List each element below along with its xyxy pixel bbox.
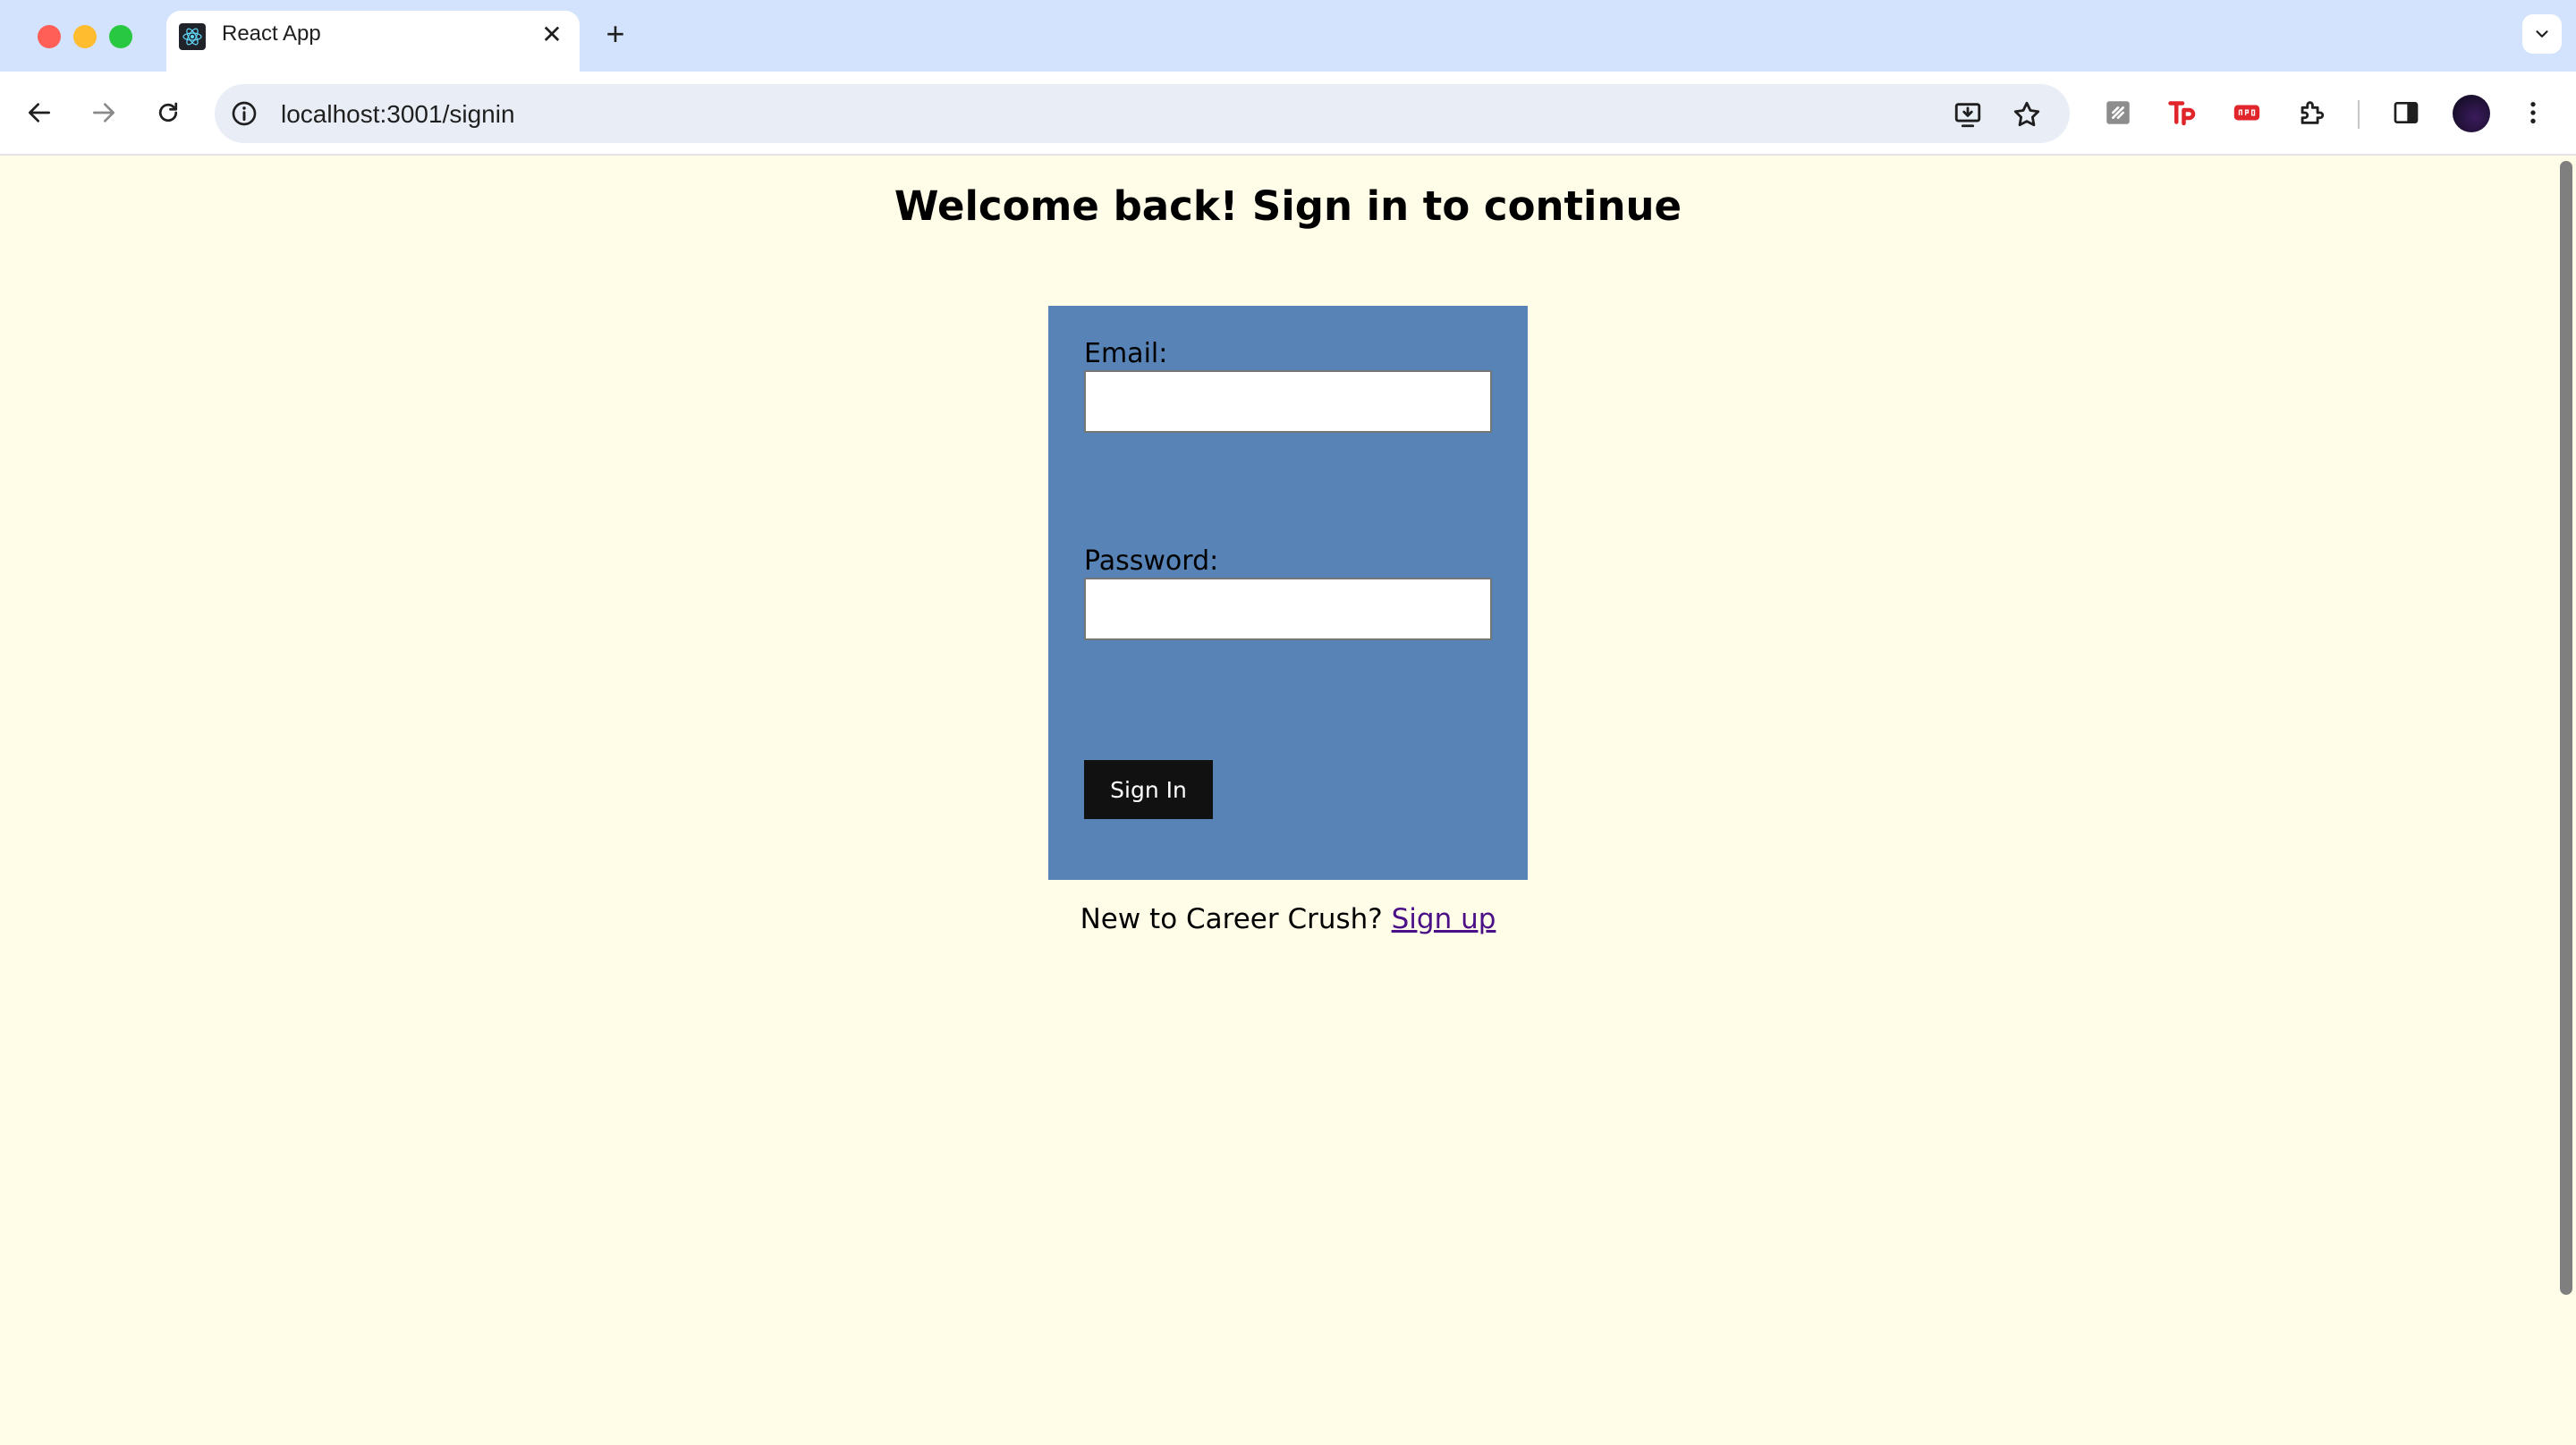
signup-link[interactable]: Sign up — [1392, 903, 1496, 935]
email-label: Email: — [1084, 338, 1168, 369]
url-text[interactable]: localhost:3001/signin — [281, 100, 515, 129]
profile-avatar[interactable] — [2453, 95, 2490, 132]
site-info-icon[interactable] — [227, 97, 261, 131]
tp-extension-icon — [2168, 101, 2196, 126]
tab-title: React App — [222, 21, 321, 46]
sign-in-button[interactable]: Sign In — [1084, 760, 1213, 819]
extensions-button[interactable] — [2290, 91, 2333, 134]
reload-button[interactable] — [147, 91, 190, 134]
password-label: Password: — [1084, 545, 1219, 577]
toolbar-divider — [2358, 100, 2360, 129]
side-panel-button[interactable] — [2385, 91, 2428, 134]
browser-toolbar: localhost:3001/signin — [0, 72, 2576, 156]
address-bar[interactable]: localhost:3001/signin — [215, 84, 2070, 143]
extension-grey-button[interactable] — [2097, 91, 2140, 134]
menu-icon — [2530, 102, 2536, 123]
side-panel-icon — [2394, 102, 2419, 123]
notes-extension-icon — [2106, 101, 2130, 124]
extension-icon — [2301, 101, 2325, 124]
scrollbar-thumb[interactable] — [2560, 161, 2572, 1295]
pro-extension-icon — [2233, 105, 2260, 121]
react-logo-icon — [179, 23, 206, 50]
page-content: Welcome back! Sign in to continue Email:… — [0, 156, 2576, 1445]
active-tab[interactable]: React App ✕ — [166, 11, 580, 72]
new-tab-button[interactable]: + — [597, 16, 633, 52]
password-field[interactable] — [1084, 578, 1492, 640]
maximize-window-button[interactable] — [109, 25, 132, 48]
bookmark-button[interactable] — [2007, 95, 2046, 134]
install-icon — [1954, 103, 1981, 128]
browser-menu-button[interactable] — [2512, 91, 2555, 134]
minimize-window-button[interactable] — [73, 25, 97, 48]
reload-icon — [158, 102, 178, 123]
signup-prompt-text: New to Career Crush? — [1080, 903, 1392, 935]
tab-close-icon[interactable]: ✕ — [537, 20, 567, 50]
signin-form: Email: Password: Sign In — [1048, 306, 1528, 880]
back-icon — [29, 103, 50, 123]
signup-prompt: New to Career Crush? Sign up — [0, 903, 2576, 935]
chevron-down-icon — [2536, 30, 2548, 38]
close-window-button[interactable] — [38, 25, 61, 48]
extension-tp-button[interactable] — [2161, 91, 2204, 134]
forward-icon — [93, 103, 114, 123]
extension-pro-button[interactable] — [2225, 91, 2268, 134]
forward-button[interactable] — [82, 91, 125, 134]
install-app-button[interactable] — [1948, 95, 1987, 134]
email-field[interactable] — [1084, 370, 1492, 433]
back-button[interactable] — [18, 91, 61, 134]
page-title: Welcome back! Sign in to continue — [894, 182, 1682, 230]
tab-search-button[interactable] — [2522, 14, 2562, 54]
bookmark-star-icon — [2013, 101, 2040, 127]
tab-strip: React App ✕ + — [0, 0, 2576, 72]
